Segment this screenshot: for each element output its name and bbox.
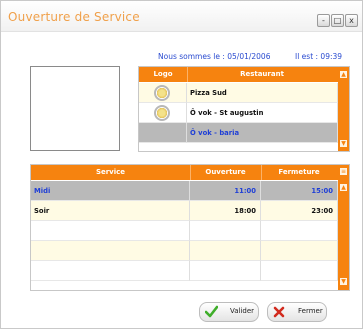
empty-cell bbox=[190, 261, 261, 281]
restaurant-row-selected[interactable]: Ô vok - baria bbox=[139, 123, 338, 143]
column-settings-icon[interactable]: ≡ bbox=[340, 168, 347, 175]
current-date: Nous sommes le : 05/01/2006 bbox=[158, 52, 271, 61]
scroll-down-icon[interactable]: ▼ bbox=[340, 278, 347, 285]
empty-cell bbox=[261, 261, 338, 281]
empty-cell bbox=[31, 241, 190, 261]
opening-time: 18:00 bbox=[190, 201, 261, 221]
restaurant-grid-header: Logo Restaurant bbox=[139, 67, 338, 82]
restaurant-name: Ô vok - St augustin bbox=[187, 103, 338, 123]
column-header-service[interactable]: Service bbox=[31, 165, 191, 180]
service-opening-window: Ouverture de Service - □ x Nous sommes l… bbox=[0, 0, 363, 329]
validate-button[interactable]: Valider bbox=[199, 302, 259, 322]
restaurant-row[interactable]: Pizza Sud bbox=[139, 83, 338, 103]
red-x-icon bbox=[273, 306, 285, 318]
restaurant-logo-icon bbox=[154, 85, 170, 101]
service-row[interactable]: Soir 18:00 23:00 bbox=[31, 201, 338, 221]
empty-row[interactable] bbox=[31, 261, 338, 281]
column-header-logo[interactable]: Logo bbox=[139, 67, 188, 82]
service-name: Soir bbox=[31, 201, 190, 221]
service-name: Midi bbox=[31, 181, 190, 201]
restaurant-logo-icon bbox=[154, 105, 170, 121]
empty-cell bbox=[190, 221, 261, 241]
title-bar: Ouverture de Service - □ x bbox=[1, 1, 362, 32]
scroll-up-icon[interactable]: ▲ bbox=[340, 184, 347, 191]
logo-cell bbox=[139, 123, 187, 143]
empty-cell bbox=[261, 221, 338, 241]
restaurant-grid: Logo Restaurant Pizza Sud Ô vok - St aug… bbox=[138, 66, 350, 152]
empty-cell bbox=[261, 241, 338, 261]
close-label: Fermer bbox=[298, 307, 323, 315]
close-button[interactable]: Fermer bbox=[267, 302, 327, 322]
column-header-opening[interactable]: Ouverture bbox=[190, 165, 262, 180]
empty-cell bbox=[31, 221, 190, 241]
column-header-closing[interactable]: Fermeture bbox=[261, 165, 337, 180]
minimize-button[interactable]: - bbox=[317, 14, 330, 27]
service-grid-scrollbar[interactable]: ≡ ▲ ▼ bbox=[338, 165, 349, 290]
empty-row[interactable] bbox=[31, 221, 338, 241]
empty-cell bbox=[190, 241, 261, 261]
current-time: Il est : 09:39 bbox=[295, 52, 343, 61]
closing-time: 15:00 bbox=[261, 181, 338, 201]
service-row-selected[interactable]: Midi 11:00 15:00 bbox=[31, 181, 338, 201]
service-grid-header: Service Ouverture Fermeture bbox=[31, 165, 338, 180]
logo-cell bbox=[139, 83, 187, 103]
validate-label: Valider bbox=[230, 307, 255, 315]
empty-row[interactable] bbox=[31, 241, 338, 261]
restaurant-name: Ô vok - baria bbox=[187, 123, 338, 143]
close-window-button[interactable]: x bbox=[345, 14, 358, 27]
restaurant-name: Pizza Sud bbox=[187, 83, 338, 103]
opening-time: 11:00 bbox=[190, 181, 261, 201]
window-title: Ouverture de Service bbox=[8, 10, 140, 24]
scroll-up-icon[interactable]: ▲ bbox=[340, 71, 347, 78]
restaurant-row[interactable]: Ô vok - St augustin bbox=[139, 103, 338, 123]
closing-time: 23:00 bbox=[261, 201, 338, 221]
empty-cell bbox=[31, 261, 190, 281]
maximize-button[interactable]: □ bbox=[331, 14, 344, 27]
restaurant-logo-preview bbox=[30, 66, 120, 151]
restaurant-grid-scrollbar[interactable]: ▲ ▼ bbox=[338, 67, 349, 151]
logo-cell bbox=[139, 103, 187, 123]
column-header-restaurant[interactable]: Restaurant bbox=[187, 67, 337, 82]
checkmark-icon bbox=[205, 305, 218, 318]
scroll-down-icon[interactable]: ▼ bbox=[340, 140, 347, 147]
service-grid: Service Ouverture Fermeture Midi 11:00 1… bbox=[30, 164, 350, 291]
